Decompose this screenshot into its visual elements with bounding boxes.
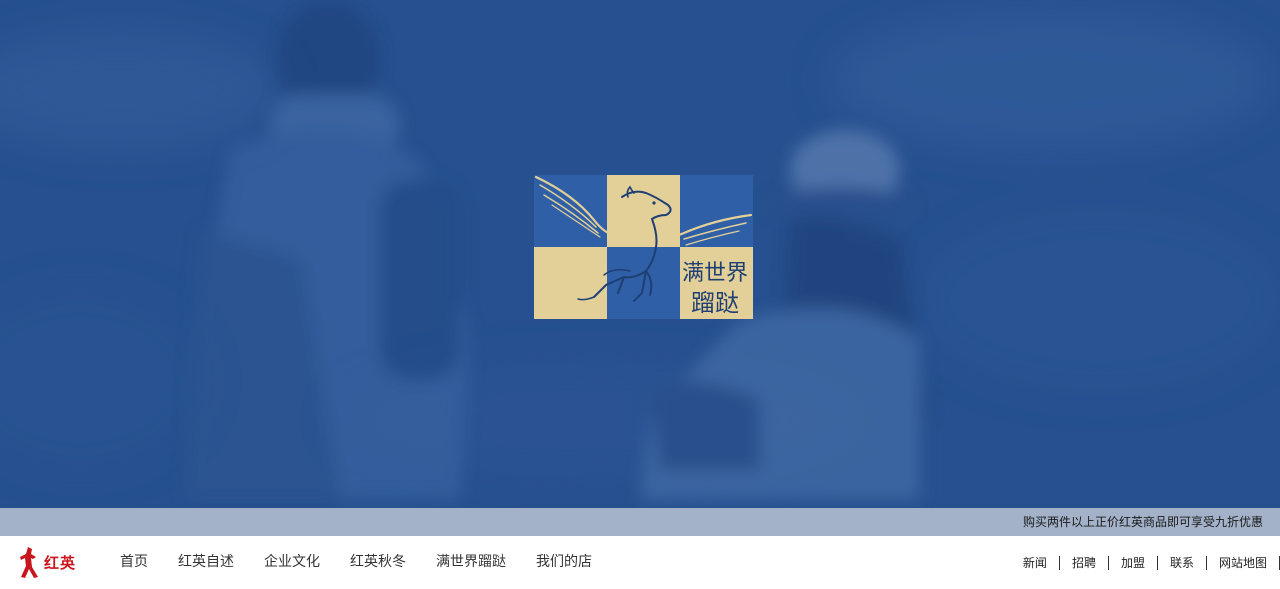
main-menu: 首页 红英自述 企业文化 红英秋冬 满世界蹓跶 我们的店 [105,536,607,589]
util-item-jobs[interactable]: 招聘 [1060,554,1108,571]
brand-text: 红英 [44,553,77,572]
nav-item-home[interactable]: 首页 [105,536,163,589]
util-item-sitemap[interactable]: 网站地图 [1207,554,1279,571]
promo-text: 购买两件以上正价红英商品即可享受九折优惠 [1022,515,1263,529]
util-item-contact[interactable]: 联系 [1158,554,1206,571]
nav-item-travel[interactable]: 满世界蹓跶 [421,536,521,589]
logo-text-line1: 满世界 [682,261,748,286]
logo-text-line2: 蹓跶 [691,289,739,317]
hero-banner: 满世界 蹓跶 [0,0,1280,508]
utility-menu: 新闻 招聘 加盟 联系 网站地图 [1011,536,1280,589]
util-item-franchise[interactable]: 加盟 [1109,554,1157,571]
bottom-navigation: 红英 首页 红英自述 企业文化 红英秋冬 满世界蹓跶 我们的店 新闻 招聘 加盟… [0,536,1280,589]
brand-logo-emblem: 满世界 蹓跶 [534,175,753,319]
brand-figure-icon [20,547,38,578]
nav-item-culture[interactable]: 企业文化 [249,536,335,589]
brand-home-link[interactable]: 红英 [18,545,88,579]
util-item-news[interactable]: 新闻 [1011,554,1059,571]
nav-item-stores[interactable]: 我们的店 [521,536,607,589]
nav-item-autumn-winter[interactable]: 红英秋冬 [335,536,421,589]
promo-bar: 购买两件以上正价红英商品即可享受九折优惠 [0,508,1280,536]
nav-item-about[interactable]: 红英自述 [163,536,249,589]
